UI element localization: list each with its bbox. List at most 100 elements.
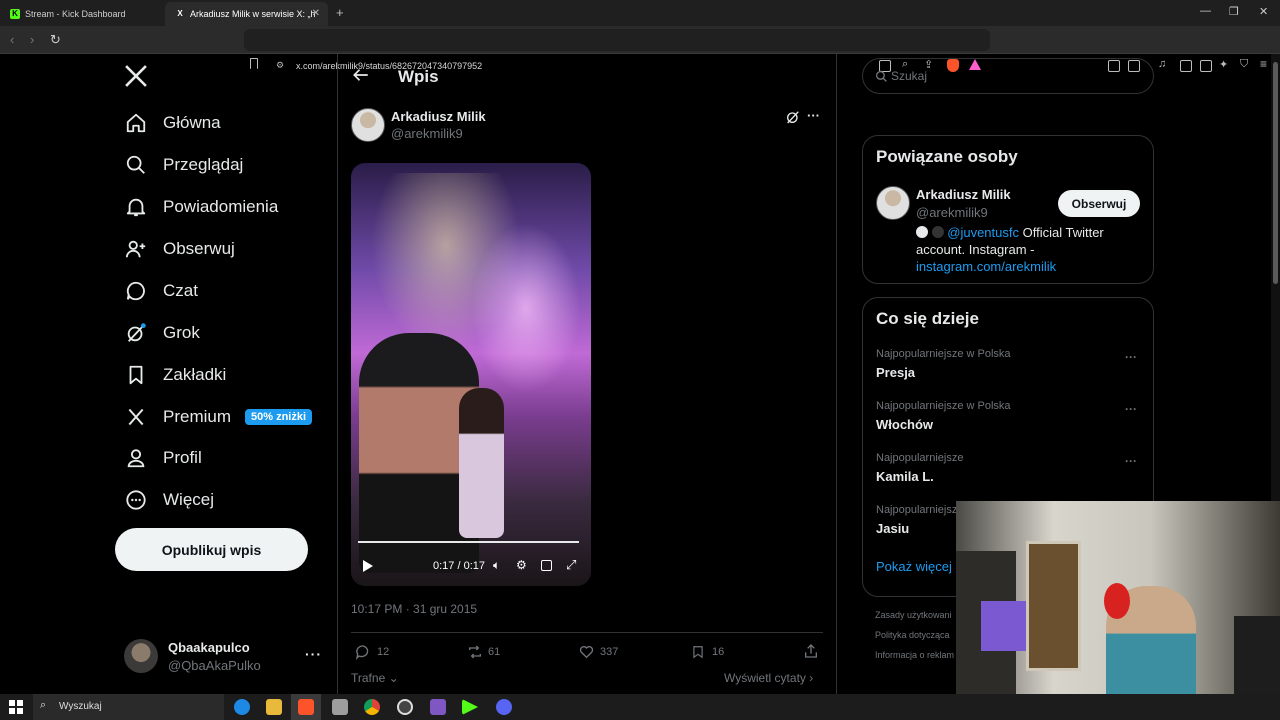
fullscreen-icon[interactable]: ⤢: [566, 557, 576, 573]
video-progress-track[interactable]: [358, 541, 579, 543]
forward-icon[interactable]: ›: [30, 32, 34, 47]
chair: [981, 601, 1026, 651]
video-time: 0:17 / 0:17: [433, 560, 485, 572]
post-button[interactable]: Opublikuj wpis: [115, 528, 308, 571]
video-progress-fill: [358, 541, 579, 543]
restore-icon[interactable]: ❐: [1229, 5, 1239, 18]
nav-item-grok[interactable]: Grok: [124, 318, 200, 348]
sort-dropdown[interactable]: Trafne ⌄: [351, 671, 399, 685]
follow-button[interactable]: Obserwuj: [1058, 190, 1140, 217]
back-icon[interactable]: ‹: [10, 32, 14, 47]
reply-button[interactable]: 12: [355, 644, 389, 660]
avatar[interactable]: [124, 639, 158, 673]
footer-link[interactable]: Informacja o reklam: [875, 645, 954, 665]
trend-name: Jasiu: [876, 521, 910, 536]
post-video[interactable]: 0:17 / 0:17 🔈︎ ⚙ ⤢: [351, 163, 591, 586]
post-more-icon[interactable]: ···: [807, 108, 820, 123]
trend-item[interactable]: Najpopularniejsze w Polska Presja: [876, 348, 1011, 380]
author-handle[interactable]: @arekmilik9: [391, 126, 463, 141]
browser-tab-bar: K Stream - Kick Dashboard X Arkadiusz Mi…: [0, 0, 1280, 26]
nav-item-notifications[interactable]: Powiadomienia: [124, 192, 278, 222]
vpn-icon[interactable]: ⛉: [1240, 58, 1248, 71]
minimize-icon[interactable]: —: [1200, 5, 1211, 17]
author-avatar[interactable]: [351, 108, 385, 142]
picture-in-picture-icon[interactable]: [541, 560, 552, 571]
trend-item[interactable]: Najpopularniejsz Jasiu: [876, 504, 957, 536]
scrollbar-thumb[interactable]: [1273, 62, 1278, 284]
settings-icon[interactable]: ⚙: [516, 558, 527, 572]
related-handle[interactable]: @arekmilik9: [916, 205, 988, 220]
footer-link[interactable]: Polityka dotycząca: [875, 625, 954, 645]
nav-item-explore[interactable]: Przeglądaj: [124, 150, 243, 180]
trend-item[interactable]: Najpopularniejsze Kamila L.: [876, 452, 963, 484]
bookmark-button[interactable]: 16: [691, 644, 724, 660]
nav-item-bookmarks[interactable]: Zakładki: [124, 360, 226, 390]
nav-item-more[interactable]: Więcej: [124, 485, 214, 515]
chrome-icon[interactable]: [364, 699, 380, 715]
post-timestamp[interactable]: 10:17 PM · 31 gru 2015: [351, 602, 477, 616]
nav-item-profile[interactable]: Profil: [124, 443, 202, 473]
bookmark-page-icon[interactable]: [250, 58, 258, 69]
leo-ai-icon[interactable]: ✦: [1219, 58, 1228, 71]
show-more-link[interactable]: Pokaż więcej: [876, 559, 952, 574]
kick-icon[interactable]: [462, 699, 478, 715]
nav-label: Grok: [163, 323, 200, 342]
chevron-down-icon: ⌄: [385, 671, 399, 685]
related-name[interactable]: Arkadiusz Milik: [916, 187, 1011, 202]
wallet-icon[interactable]: [1200, 60, 1212, 72]
heart-icon: [579, 646, 594, 659]
reload-icon[interactable]: ↻: [50, 32, 61, 48]
trend-more-icon[interactable]: ···: [1125, 454, 1137, 468]
view-quotes-link[interactable]: Wyświetl cytaty ›: [724, 671, 813, 685]
volume-icon[interactable]: 🔈︎: [493, 558, 500, 573]
obs-icon[interactable]: [397, 699, 413, 715]
brave-icon[interactable]: [298, 699, 314, 715]
windows-start-icon[interactable]: [9, 700, 23, 714]
close-window-icon[interactable]: ✕: [1259, 5, 1268, 18]
nav-item-chat[interactable]: Czat: [124, 276, 198, 306]
nav-label: Więcej: [163, 490, 215, 509]
back-arrow-icon[interactable]: [352, 66, 370, 89]
menu-icon[interactable]: ≡: [1260, 57, 1267, 71]
trend-more-icon[interactable]: ···: [1125, 350, 1137, 364]
reader-icon[interactable]: [1180, 60, 1192, 72]
search-box[interactable]: Szukaj: [862, 58, 1154, 94]
author-name[interactable]: Arkadiusz Milik: [391, 109, 486, 124]
nav-item-home[interactable]: Główna: [124, 108, 221, 138]
file-explorer-icon[interactable]: [266, 699, 282, 715]
tab-x-post[interactable]: X Arkadiusz Milik w serwisie X: „htt ✕: [165, 2, 328, 26]
bio-instagram-link[interactable]: instagram.com/arekmilik: [916, 258, 1141, 275]
sort-label: Trafne: [351, 671, 386, 685]
taskbar-search[interactable]: ⌕ Wyszukaj: [33, 694, 224, 720]
tab-title: Arkadiusz Milik w serwisie X: „htt: [190, 9, 315, 19]
repost-button[interactable]: 61: [466, 644, 500, 660]
app-icon[interactable]: [430, 699, 446, 715]
related-avatar[interactable]: [876, 186, 910, 220]
trend-item[interactable]: Najpopularniejsze w Polska Włochów: [876, 400, 1011, 432]
edge-icon[interactable]: [234, 699, 250, 715]
trend-more-icon[interactable]: ···: [1125, 402, 1137, 416]
tab-title: Stream - Kick Dashboard: [25, 9, 126, 19]
nav-label: Obserwuj: [163, 239, 235, 258]
nav-label: Zakładki: [163, 365, 227, 384]
tab-kick-dashboard[interactable]: K Stream - Kick Dashboard: [0, 2, 165, 26]
nav-item-follow[interactable]: Obserwuj: [124, 234, 235, 264]
account-menu-icon[interactable]: ···: [305, 646, 322, 662]
play-icon[interactable]: [363, 560, 373, 572]
nav-item-premium[interactable]: Premium 50% zniżki: [124, 402, 313, 432]
like-button[interactable]: 337: [578, 644, 618, 660]
nav-label: Powiadomienia: [163, 197, 279, 216]
new-tab-icon[interactable]: +: [336, 5, 344, 20]
discord-icon[interactable]: [496, 699, 512, 715]
bio-mention-link[interactable]: @juventusfc: [947, 225, 1019, 240]
media-icon[interactable]: ♫: [1158, 58, 1166, 70]
grok-explain-icon[interactable]: [785, 109, 801, 130]
address-bar[interactable]: [244, 29, 990, 51]
card-title: Powiązane osoby: [876, 147, 1018, 166]
app-icon[interactable]: [332, 699, 348, 715]
footer-link[interactable]: Zasady użytkowani: [875, 605, 954, 625]
close-tab-icon[interactable]: ✕: [312, 8, 320, 19]
share-icon[interactable]: [803, 643, 819, 664]
site-settings-icon[interactable]: ⚙: [276, 60, 284, 71]
x-logo-icon[interactable]: [124, 64, 150, 90]
